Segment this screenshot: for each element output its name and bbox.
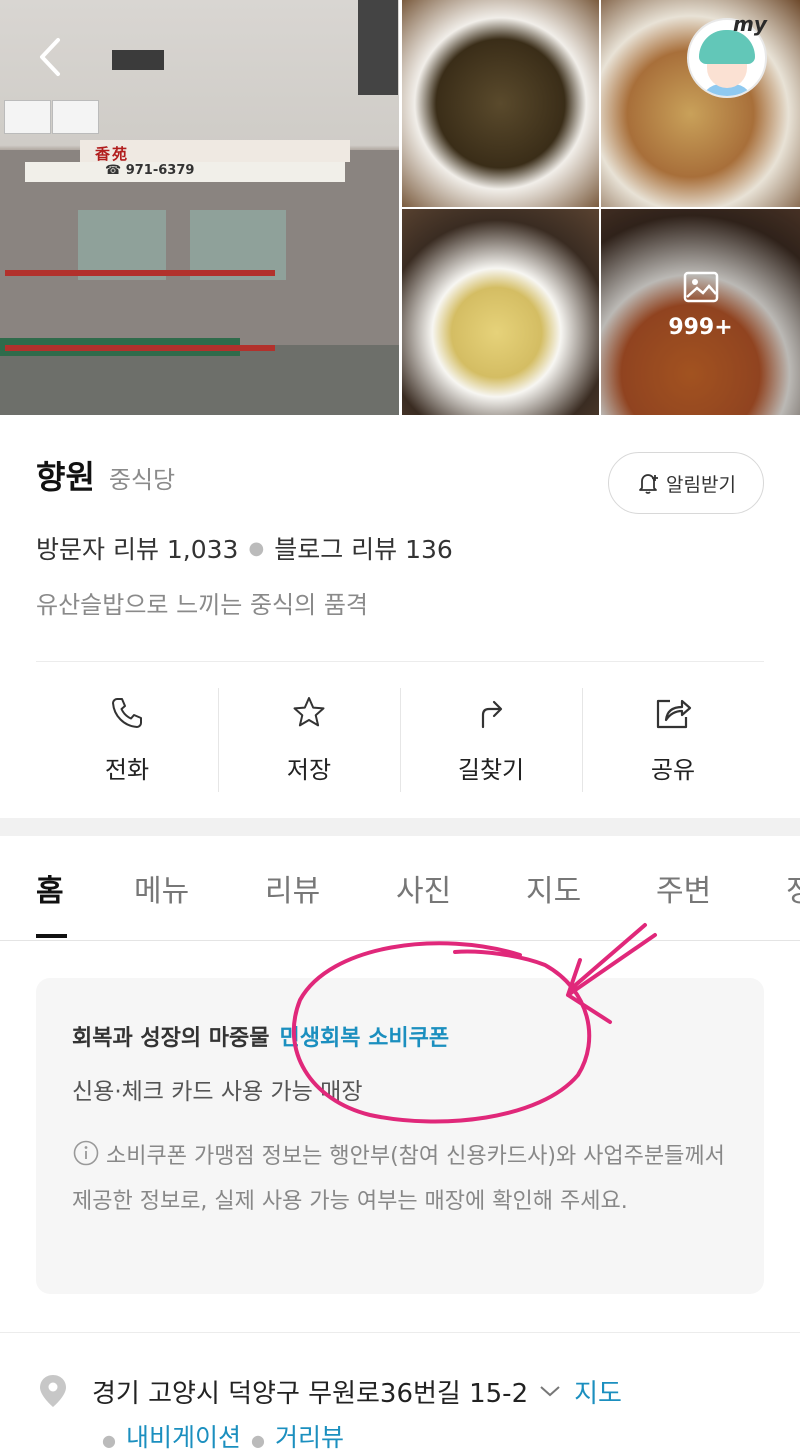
tab-menu[interactable]: 메뉴 [134, 866, 189, 910]
phone-icon [112, 698, 142, 728]
my-label: my [733, 12, 767, 36]
store-sign-text: 香苑 [95, 145, 130, 163]
building-window [112, 50, 164, 70]
coupon-note-text: 소비쿠폰 가맹점 정보는 행안부(참여 신용카드사)와 사업주분들께서 제공한 … [72, 1144, 725, 1214]
red-railing [5, 345, 275, 351]
photo-count: 999+ [668, 315, 733, 340]
place-title-row: 향원 중식당 [36, 452, 175, 498]
star-icon [293, 697, 325, 727]
place-name: 향원 [36, 458, 95, 496]
air-conditioner [52, 100, 99, 134]
tab-bar: 홈 메뉴 리뷰 사진 지도 주변 정 [0, 836, 800, 941]
tab-reviews[interactable]: 리뷰 [265, 866, 320, 910]
visitor-review-link[interactable]: 방문자 리뷰 1,033 [36, 530, 238, 566]
food-photo-cold-noodles[interactable] [402, 209, 599, 415]
separator-dot: ● [102, 1431, 116, 1450]
address-text[interactable]: 경기 고양시 덕양구 무원로36번길 15-2 [92, 1373, 528, 1410]
notify-button[interactable]: 알림받기 [608, 452, 764, 514]
chevron-down-icon[interactable] [538, 1383, 562, 1399]
blog-review-link[interactable]: 블로그 리뷰 136 [274, 530, 453, 566]
place-tagline: 유산슬밥으로 느끼는 중식의 품격 [36, 591, 369, 619]
directions-label: 길찾기 [457, 756, 525, 784]
red-railing [5, 270, 275, 276]
coupon-card[interactable]: 회복과 성장의 마중물 민생회복 소비쿠폰 신용·체크 카드 사용 가능 매장 소… [36, 978, 764, 1294]
back-button[interactable] [34, 34, 68, 80]
place-category: 중식당 [108, 466, 176, 494]
food-photo-noodles[interactable] [402, 0, 599, 207]
directions-button[interactable]: 길찾기 [400, 688, 582, 792]
bell-plus-icon [639, 474, 659, 494]
info-icon [73, 1140, 99, 1166]
photo-more-tile[interactable]: 999+ [601, 209, 800, 415]
image-icon [683, 271, 718, 303]
active-tab-indicator [36, 934, 67, 938]
section-gap [0, 818, 800, 836]
share-button[interactable]: 공유 [582, 688, 764, 792]
share-label: 공유 [650, 756, 696, 784]
directions-icon [481, 700, 503, 729]
map-link[interactable]: 지도 [574, 1373, 622, 1410]
tab-photos[interactable]: 사진 [396, 866, 451, 910]
share-icon [656, 699, 692, 729]
save-button[interactable]: 저장 [218, 688, 400, 792]
coupon-subtitle: 신용·체크 카드 사용 가능 매장 [72, 1079, 363, 1105]
coupon-prefix: 회복과 성장의 마중물 [72, 1026, 270, 1051]
action-bar: 전화 저장 길찾기 공유 [36, 688, 764, 792]
address-row: 경기 고양시 덕양구 무원로36번길 15-2 지도 [36, 1372, 622, 1410]
coupon-title: 회복과 성장의 마중물 민생회복 소비쿠폰 [72, 1020, 449, 1052]
review-counts: 방문자 리뷰 1,033 ● 블로그 리뷰 136 [36, 530, 453, 566]
street-view-link[interactable]: 거리뷰 [275, 1423, 344, 1452]
tab-nearby[interactable]: 주변 [656, 866, 711, 910]
separator-dot: ● [250, 1431, 265, 1450]
divider [0, 1332, 800, 1333]
separator-dot: ● [248, 537, 265, 559]
tab-map[interactable]: 지도 [526, 866, 581, 910]
divider [36, 661, 764, 662]
save-label: 저장 [286, 756, 332, 784]
navigation-link[interactable]: 내비게이션 [126, 1423, 241, 1452]
building-window [358, 0, 398, 95]
air-conditioner [4, 100, 51, 134]
location-pin-icon [40, 1375, 66, 1407]
photo-more: 999+ [601, 267, 800, 340]
call-label: 전화 [104, 756, 150, 784]
notify-label: 알림받기 [666, 473, 736, 496]
photo-gallery[interactable]: 香苑 ☎ 971-6379 999+ my [0, 0, 800, 415]
call-button[interactable]: 전화 [36, 688, 218, 792]
tab-home[interactable]: 홈 [36, 866, 64, 910]
coupon-note: 소비쿠폰 가맹점 정보는 행안부(참여 신용카드사)와 사업주분들께서 제공한 … [72, 1134, 732, 1224]
address-links: ● 내비게이션 ● 거리뷰 [92, 1418, 344, 1454]
tab-info[interactable]: 정 [786, 866, 800, 910]
coupon-highlight: 민생회복 소비쿠폰 [279, 1026, 450, 1051]
store-phone-sign: ☎ 971-6379 [105, 163, 195, 178]
